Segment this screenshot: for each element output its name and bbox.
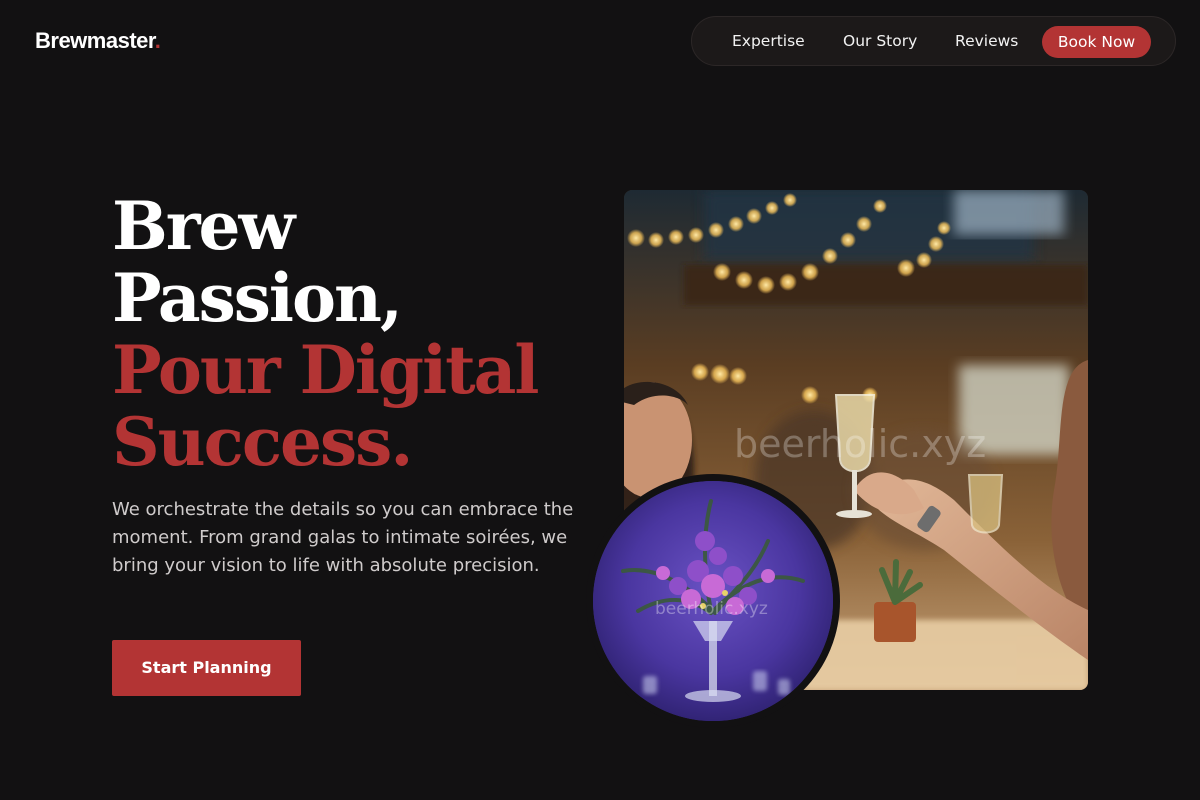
centerpiece-photo-frame: beerholic.xyz <box>586 474 840 728</box>
brand-logo[interactable]: Brewmaster. <box>35 28 161 54</box>
headline-line-2: Passion, <box>112 259 403 337</box>
centerpiece-illustration <box>593 481 833 721</box>
book-now-button[interactable]: Book Now <box>1042 26 1151 58</box>
centerpiece-photo: beerholic.xyz <box>593 481 833 721</box>
headline-line-3: Pour Digital <box>112 331 539 409</box>
landing-page: Brewmaster. Expertise Our Story Reviews … <box>0 0 1200 800</box>
headline-line-4: Success. <box>112 403 413 481</box>
headline-line-1: Brew <box>112 187 295 265</box>
main-nav: Expertise Our Story Reviews Book Now <box>691 16 1176 66</box>
nav-link-reviews[interactable]: Reviews <box>955 17 1018 67</box>
nav-link-our-story[interactable]: Our Story <box>843 17 917 67</box>
nav-link-expertise[interactable]: Expertise <box>732 17 805 67</box>
hero-headline: Brew Passion, Pour Digital Success. <box>112 190 582 478</box>
hero-description: We orchestrate the details so you can em… <box>112 499 574 576</box>
start-planning-button[interactable]: Start Planning <box>112 640 301 696</box>
brand-dot: . <box>154 28 161 53</box>
brand-name: Brewmaster <box>35 28 155 53</box>
